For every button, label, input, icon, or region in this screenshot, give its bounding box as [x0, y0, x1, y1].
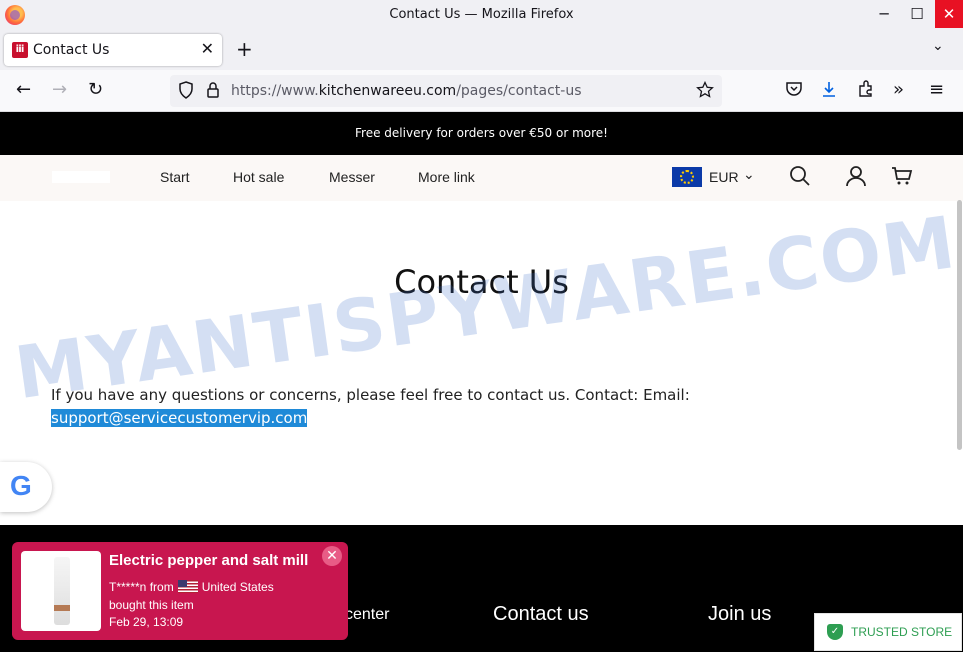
list-all-tabs-button[interactable]: ⌄ — [932, 38, 944, 54]
popup-product-name[interactable]: Electric pepper and salt mill — [109, 552, 319, 569]
shield-check-icon: ✓ — [827, 624, 843, 640]
google-icon: G — [10, 470, 32, 501]
currency-selector[interactable]: EUR — [709, 169, 739, 185]
lock-icon[interactable] — [206, 81, 220, 103]
search-icon[interactable] — [789, 165, 811, 192]
tracking-shield-icon[interactable] — [178, 81, 194, 103]
us-flag-icon — [177, 580, 198, 593]
contact-body-text: If you have any questions or concerns, p… — [51, 386, 690, 404]
zwilling-favicon-icon: ⅲ — [12, 42, 28, 58]
extensions-icon[interactable] — [857, 80, 875, 103]
nav-item-hot-sale[interactable]: Hot sale — [233, 169, 284, 185]
chevron-down-icon[interactable]: ⌄ — [743, 167, 755, 183]
recent-purchase-popup[interactable]: Electric pepper and salt mill T*****n fr… — [12, 542, 348, 640]
navigation-toolbar: ← → ↻ https://www.kitchenwareeu.com/page… — [0, 70, 963, 112]
popup-buyer: T*****n from — [109, 580, 174, 594]
maximize-button[interactable]: ☐ — [903, 0, 931, 28]
nav-item-start[interactable]: Start — [160, 169, 190, 185]
tab-strip: ⅲ Contact Us ✕ + ⌄ — [0, 30, 963, 70]
tab-contact-us[interactable]: ⅲ Contact Us ✕ — [4, 34, 222, 66]
account-icon[interactable] — [845, 165, 867, 192]
tab-close-icon[interactable]: ✕ — [201, 39, 214, 58]
eu-flag-icon[interactable] — [672, 167, 702, 187]
footer-heading-contact-us: Contact us — [493, 603, 589, 625]
footer-partial-heading: center — [345, 606, 390, 623]
overflow-icon[interactable]: » — [893, 80, 904, 100]
popup-close-button[interactable]: ✕ — [322, 546, 342, 566]
cart-icon[interactable] — [891, 165, 913, 192]
bookmark-star-icon[interactable] — [696, 80, 714, 103]
title-bar: Contact Us — Mozilla Firefox ─ ☐ ✕ — [0, 0, 963, 30]
page-title: Contact Us — [394, 263, 569, 301]
close-window-button[interactable]: ✕ — [935, 0, 963, 28]
trusted-store-badge[interactable]: ✓ TRUSTED STORE — [814, 613, 962, 651]
url-bar[interactable]: https://www.kitchenwareeu.com/pages/cont… — [170, 75, 722, 107]
minimize-button[interactable]: ─ — [870, 0, 898, 28]
popup-buyer-line: T*****n from United States — [109, 580, 274, 594]
reload-button[interactable]: ↻ — [88, 80, 103, 100]
contact-text: If you have any questions or concerns, p… — [51, 384, 751, 430]
window-title: Contact Us — Mozilla Firefox — [389, 7, 574, 22]
footer-heading-join-us: Join us — [708, 603, 772, 625]
announcement-bar: Free delivery for orders over €50 or mor… — [0, 112, 963, 155]
nav-item-more-link[interactable]: More link — [418, 169, 475, 185]
pocket-icon[interactable] — [785, 80, 803, 103]
download-icon[interactable] — [820, 80, 838, 103]
browser-window: Contact Us — Mozilla Firefox ─ ☐ ✕ ⅲ Con… — [0, 0, 963, 652]
url-text[interactable]: https://www.kitchenwareeu.com/pages/cont… — [231, 83, 582, 99]
pepper-mill-image — [54, 557, 70, 625]
site-header: Start Hot sale Messer More link EUR ⌄ — [0, 155, 963, 201]
new-tab-button[interactable]: + — [236, 37, 253, 61]
page-scrollbar[interactable] — [957, 200, 962, 450]
popup-time: Feb 29, 13:09 — [109, 615, 184, 629]
tab-label: Contact Us — [33, 42, 110, 58]
google-reviews-button[interactable]: G — [0, 462, 52, 512]
product-thumbnail[interactable] — [21, 551, 101, 631]
site-logo[interactable] — [52, 171, 110, 183]
main-content: Contact Us If you have any questions or … — [0, 201, 963, 525]
trusted-store-label: TRUSTED STORE — [851, 625, 953, 639]
nav-item-messer[interactable]: Messer — [329, 169, 375, 185]
contact-email-link[interactable]: support@servicecustomervip.com — [51, 409, 308, 427]
back-button[interactable]: ← — [16, 80, 31, 100]
forward-button[interactable]: → — [52, 80, 67, 100]
menu-icon[interactable]: ≡ — [929, 80, 944, 100]
popup-country: United States — [201, 580, 274, 594]
popup-action: bought this item — [109, 598, 194, 612]
